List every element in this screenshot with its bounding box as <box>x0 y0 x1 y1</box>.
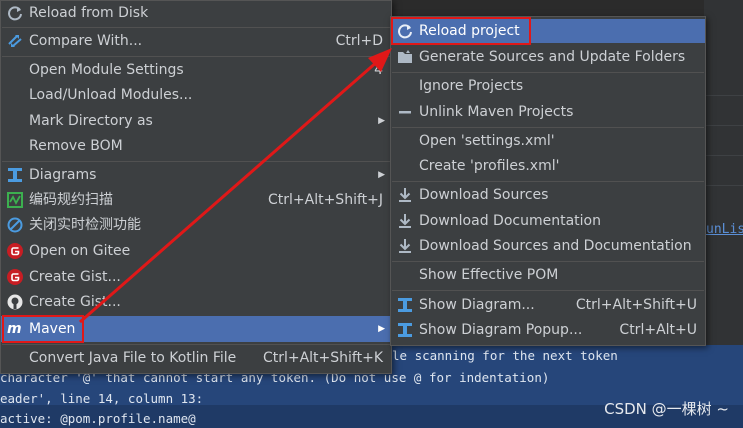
menu-item-label: Create Gist... <box>29 294 121 310</box>
menu-item-label: Show Effective POM <box>419 267 559 283</box>
compare-icon <box>8 35 22 47</box>
generate-folder-icon <box>398 50 412 63</box>
menu-item-shortcut: Ctrl+Alt+Shift+K <box>262 350 383 366</box>
download-icon <box>399 214 411 228</box>
scan-icon <box>7 192 23 208</box>
menu-item-remove-bom[interactable]: Remove BOM <box>1 134 391 158</box>
menu-separator <box>2 161 390 162</box>
menu-item-convert-to-kotlin[interactable]: Convert Java File to Kotlin File Ctrl+Al… <box>1 346 391 370</box>
panel-link-text[interactable]: unLis <box>706 222 743 237</box>
menu-separator <box>392 290 704 291</box>
menu-item-label: Download Documentation <box>419 213 601 229</box>
menu-item-label: Download Sources <box>419 187 549 203</box>
diagram-icon <box>398 323 412 337</box>
menu-separator <box>2 56 390 57</box>
menu-item-shortcut: Ctrl+Alt+U <box>619 322 697 338</box>
console-line: eader', line 14, column 13: <box>0 391 204 406</box>
menu-item-show-diagram[interactable]: Show Diagram... Ctrl+Alt+Shift+U <box>391 293 705 317</box>
panel-divider <box>704 185 743 186</box>
console-line: active: @pom.profile.name@ <box>0 411 196 426</box>
menu-item-download-documentation[interactable]: Download Documentation <box>391 209 705 233</box>
github-icon <box>7 294 23 310</box>
menu-item-load-unload-modules[interactable]: Load/Unload Modules... <box>1 83 391 107</box>
menu-item-show-effective-pom[interactable]: Show Effective POM <box>391 263 705 287</box>
menu-item-create-gist-github[interactable]: Create Gist... <box>1 290 391 314</box>
menu-item-label: 关闭实时检测功能 <box>29 217 141 233</box>
watermark: CSDN @一棵树 ~ <box>604 400 729 418</box>
menu-item-open-settings-xml[interactable]: Open 'settings.xml' <box>391 129 705 153</box>
menu-separator <box>392 127 704 128</box>
menu-item-shortcut: Ctrl+Alt+Shift+J <box>267 192 383 208</box>
menu-item-shortcut: Ctrl+D <box>335 33 383 49</box>
download-icon <box>399 239 411 253</box>
disable-icon <box>7 217 23 233</box>
submenu-arrow-icon: ▶ <box>378 170 385 180</box>
menu-separator <box>392 72 704 73</box>
menu-item-code-scan[interactable]: 编码规约扫描 Ctrl+Alt+Shift+J <box>1 188 391 212</box>
menu-item-label: Show Diagram... <box>419 297 535 313</box>
menu-item-disable-realtime-check[interactable]: 关闭实时检测功能 <box>1 213 391 237</box>
menu-separator <box>2 27 390 28</box>
diagram-icon <box>8 168 22 182</box>
menu-item-label: Open on Gitee <box>29 243 131 259</box>
menu-item-diagrams[interactable]: Diagrams ▶ <box>1 163 391 187</box>
menu-separator <box>392 261 704 262</box>
menu-item-label: Mark Directory as <box>29 113 153 129</box>
submenu-arrow-icon: ▶ <box>378 116 385 126</box>
menu-item-unlink-maven-projects[interactable]: Unlink Maven Projects <box>391 100 705 124</box>
menu-item-label: Unlink Maven Projects <box>419 104 574 120</box>
console-line: le scanning for the next token <box>392 348 618 363</box>
maven-submenu: Reload project Generate Sources and Upda… <box>390 16 706 346</box>
right-tool-panel <box>704 0 743 345</box>
minus-icon <box>399 111 411 114</box>
menu-item-label: Create Gist... <box>29 269 121 285</box>
gitee-icon <box>7 269 23 285</box>
diagram-icon <box>398 298 412 312</box>
menu-item-label: Compare With... <box>29 33 143 49</box>
menu-item-compare-with[interactable]: Compare With... Ctrl+D <box>1 29 391 53</box>
menu-item-label: Diagrams <box>29 167 97 183</box>
reload-icon <box>8 6 22 21</box>
menu-item-label: Create 'profiles.xml' <box>419 158 560 174</box>
menu-item-label: Convert Java File to Kotlin File <box>29 350 237 366</box>
menu-item-download-sources-and-docs[interactable]: Download Sources and Documentation <box>391 234 705 258</box>
download-icon <box>399 188 411 202</box>
menu-item-label: Download Sources and Documentation <box>419 238 692 254</box>
panel-divider <box>704 95 743 96</box>
menu-item-open-module-settings[interactable]: Open Module Settings 4 <box>1 58 391 82</box>
menu-item-mark-directory-as[interactable]: Mark Directory as ▶ <box>1 109 391 133</box>
menu-item-generate-sources[interactable]: Generate Sources and Update Folders <box>391 45 705 69</box>
menu-item-show-diagram-popup[interactable]: Show Diagram Popup... Ctrl+Alt+U <box>391 318 705 342</box>
panel-divider <box>704 125 743 126</box>
menu-item-create-gist-gitee[interactable]: Create Gist... <box>1 265 391 289</box>
menu-item-label: 编码规约扫描 <box>29 192 113 208</box>
submenu-arrow-icon: ▶ <box>378 324 385 334</box>
menu-item-shortcut: Ctrl+Alt+Shift+U <box>575 297 697 313</box>
panel-divider <box>704 155 743 156</box>
menu-item-reload-from-disk[interactable]: Reload from Disk <box>1 1 391 25</box>
menu-item-download-sources[interactable]: Download Sources <box>391 183 705 207</box>
menu-separator <box>2 344 390 345</box>
menu-item-label: Ignore Projects <box>419 78 524 94</box>
menu-item-ignore-projects[interactable]: Ignore Projects <box>391 74 705 98</box>
reload-project-highlight-box <box>391 17 531 45</box>
menu-item-label: Remove BOM <box>29 138 123 154</box>
menu-item-label: Show Diagram Popup... <box>419 322 583 338</box>
menu-item-open-on-gitee[interactable]: Open on Gitee <box>1 239 391 263</box>
menu-item-label: Open 'settings.xml' <box>419 133 555 149</box>
menu-item-label: Open Module Settings <box>29 62 184 78</box>
menu-separator <box>392 181 704 182</box>
gitee-icon <box>7 243 23 259</box>
menu-item-label: Generate Sources and Update Folders <box>419 49 686 65</box>
menu-item-shortcut: 4 <box>374 62 383 78</box>
menu-item-label: Reload from Disk <box>29 5 149 21</box>
maven-highlight-box <box>2 315 84 343</box>
menu-item-label: Load/Unload Modules... <box>29 87 193 103</box>
menu-item-create-profiles-xml[interactable]: Create 'profiles.xml' <box>391 154 705 178</box>
